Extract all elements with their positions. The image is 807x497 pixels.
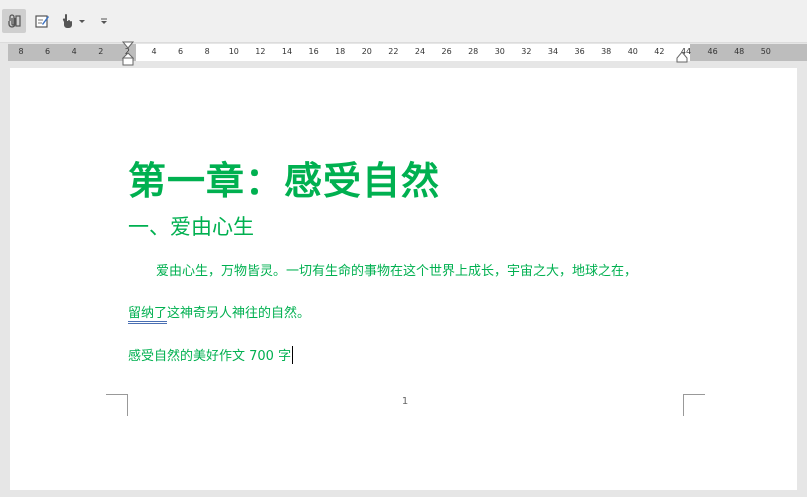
attach-button[interactable] bbox=[2, 9, 26, 33]
touch-mode-button[interactable] bbox=[58, 9, 76, 33]
ruler-tick-label: 30 bbox=[494, 47, 505, 56]
paragraph-2: 感受自然的美好作文 700 字 bbox=[128, 345, 294, 364]
paragraph-2-text: 感受自然的美好作文 700 字 bbox=[128, 349, 292, 364]
document-page[interactable]: 第一章：感受自然 一、爱由心生 爱由心生，万物皆灵。一切有生命的事物在这个世界上… bbox=[10, 68, 797, 490]
edit-doc-icon bbox=[35, 15, 49, 28]
chapter-heading: 第一章：感受自然 bbox=[128, 159, 441, 203]
ruler-tick-label: 46 bbox=[707, 47, 718, 56]
margin-corner-right bbox=[683, 394, 705, 416]
ruler-tick-label: 18 bbox=[335, 47, 346, 56]
right-indent-marker[interactable] bbox=[676, 51, 688, 63]
ruler-tick-label: 50 bbox=[760, 47, 771, 56]
ruler-tick-label: 20 bbox=[361, 47, 372, 56]
ruler-tick-label: 34 bbox=[547, 47, 559, 56]
ruler-tick-label: 8 bbox=[18, 47, 24, 56]
ruler-tick-label: 16 bbox=[308, 47, 319, 56]
ruler-tick-label: 38 bbox=[601, 47, 612, 56]
ruler-tick-label: 4 bbox=[151, 47, 157, 56]
first-line-indent-marker[interactable] bbox=[122, 41, 134, 67]
ruler-tick-label: 6 bbox=[45, 47, 51, 56]
margin-corner-left bbox=[106, 394, 128, 416]
ruler-tick-label: 4 bbox=[71, 47, 77, 56]
horizontal-ruler[interactable]: 8 6 4 2 2 4 6 8 10 12 14 16 18 20 22 24 26 28 30 32 34 36 38 40… bbox=[8, 41, 807, 66]
ruler-tick-label: 2 bbox=[98, 47, 104, 56]
paragraph-line-1: 爱由心生，万物皆灵。一切有生命的事物在这个世界上成长，宇宙之大，地球之在， bbox=[156, 264, 638, 279]
text-cursor bbox=[292, 346, 294, 364]
ruler-tick-label: 26 bbox=[441, 47, 452, 56]
quick-access-toolbar bbox=[0, 0, 807, 43]
ruler-tick-label: 42 bbox=[654, 47, 665, 56]
ruler-tick-label: 32 bbox=[521, 47, 532, 56]
ruler-tick-label: 22 bbox=[388, 47, 399, 56]
ruler-tick-label: 36 bbox=[574, 47, 585, 56]
section-heading: 一、爱由心生 bbox=[128, 215, 254, 239]
edit-document-button[interactable] bbox=[30, 9, 54, 33]
grammar-underlined-text[interactable]: 留纳了 bbox=[128, 306, 168, 324]
touch-mode-dropdown[interactable] bbox=[77, 9, 87, 33]
dropdown-icon bbox=[79, 20, 85, 23]
paragraph-line-2-rest: 这神奇另人神往的自然。 bbox=[167, 306, 311, 321]
ruler-tick-label: 12 bbox=[255, 47, 266, 56]
attach-icon bbox=[8, 14, 21, 28]
customize-icon bbox=[101, 18, 107, 24]
page-number: 1 bbox=[401, 396, 409, 407]
ruler-tick-label: 14 bbox=[281, 47, 293, 56]
ruler-tick-label: 48 bbox=[734, 47, 745, 56]
paragraph-line-2: 留纳了这神奇另人神往的自然。 bbox=[128, 302, 311, 324]
ruler-tick-label: 6 bbox=[178, 47, 184, 56]
ruler-tick-label: 24 bbox=[414, 47, 426, 56]
ruler-tick-label: 10 bbox=[228, 47, 239, 56]
ruler-tick-label: 8 bbox=[204, 47, 210, 56]
ruler-tick-label: 28 bbox=[468, 47, 479, 56]
customize-toolbar-button[interactable] bbox=[97, 9, 111, 33]
touch-mode-icon bbox=[62, 14, 72, 28]
ruler-tick-label: 40 bbox=[627, 47, 638, 56]
